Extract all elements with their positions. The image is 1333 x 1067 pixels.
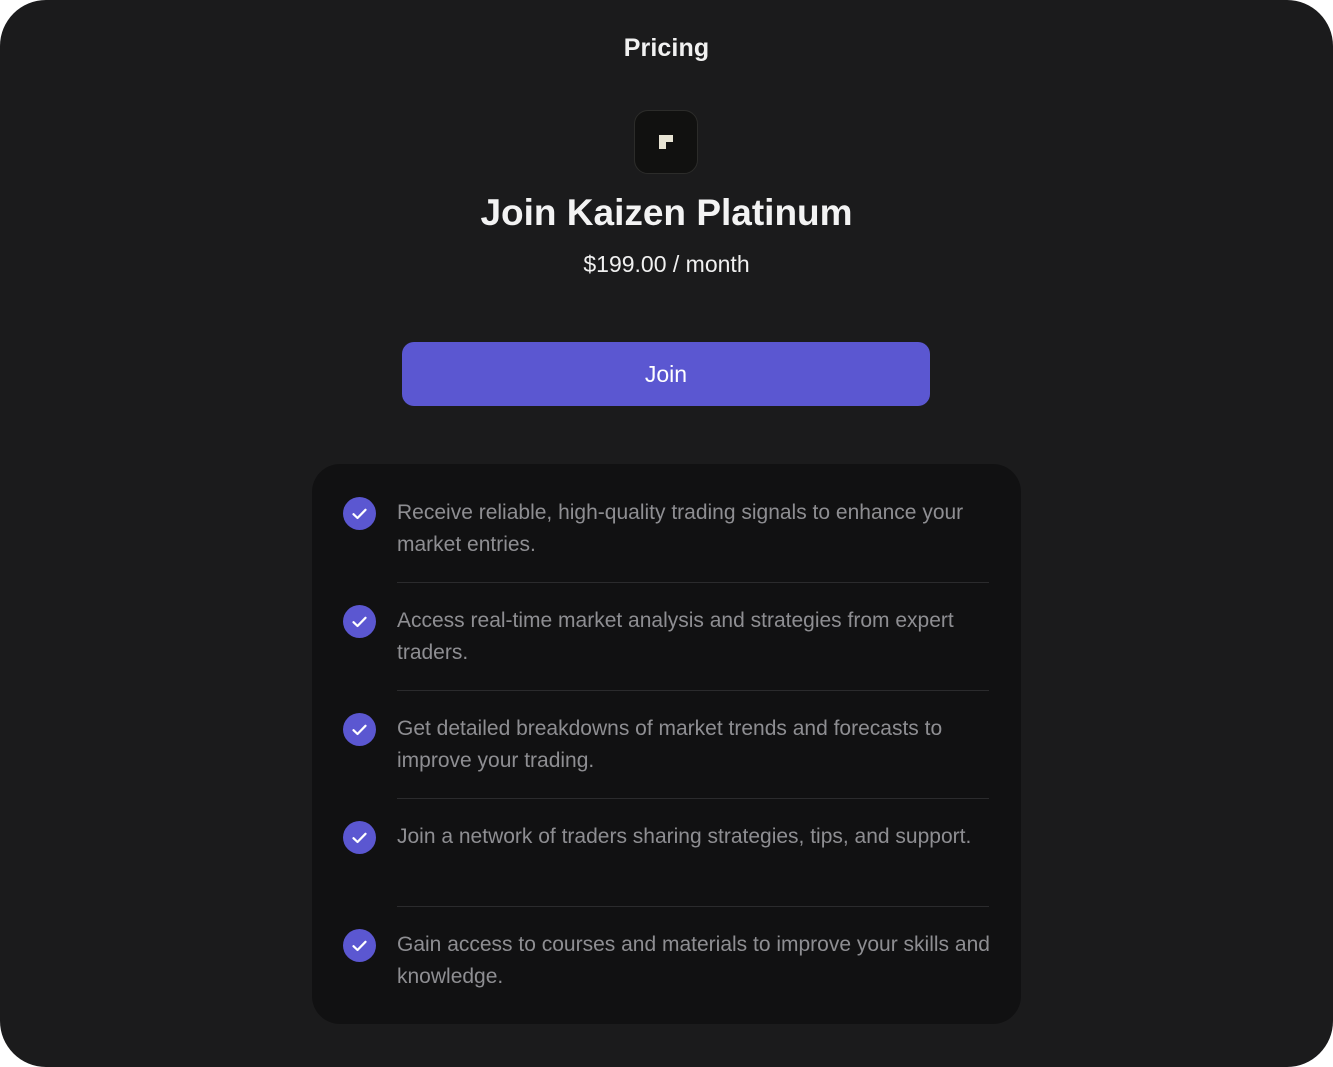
features-card: Receive reliable, high-quality trading s… xyxy=(312,464,1021,1024)
join-button[interactable]: Join xyxy=(402,342,930,406)
check-circle-icon xyxy=(343,929,376,962)
page-title: Pricing xyxy=(623,34,710,62)
check-circle-icon xyxy=(343,605,376,638)
product-title: Join Kaizen Platinum xyxy=(480,192,853,233)
feature-divider xyxy=(397,582,989,583)
feature-divider xyxy=(397,798,989,799)
feature-text: Join a network of traders sharing strate… xyxy=(397,825,972,848)
feature-text: Gain access to courses and materials to … xyxy=(397,933,990,988)
feature-text: Access real-time market analysis and str… xyxy=(397,609,954,664)
price-label: $199.00 / month xyxy=(583,251,750,277)
check-circle-icon xyxy=(343,497,376,530)
check-circle-icon xyxy=(343,821,376,854)
check-circle-icon xyxy=(343,713,376,746)
kaizen-logo-icon xyxy=(634,110,698,174)
pricing-window: Pricing Join Kaizen Platinum $199.00 / m… xyxy=(0,0,1333,1067)
feature-text: Get detailed breakdowns of market trends… xyxy=(397,717,943,772)
feature-divider xyxy=(397,906,989,907)
feature-divider xyxy=(397,690,989,691)
feature-text: Receive reliable, high-quality trading s… xyxy=(397,501,964,556)
